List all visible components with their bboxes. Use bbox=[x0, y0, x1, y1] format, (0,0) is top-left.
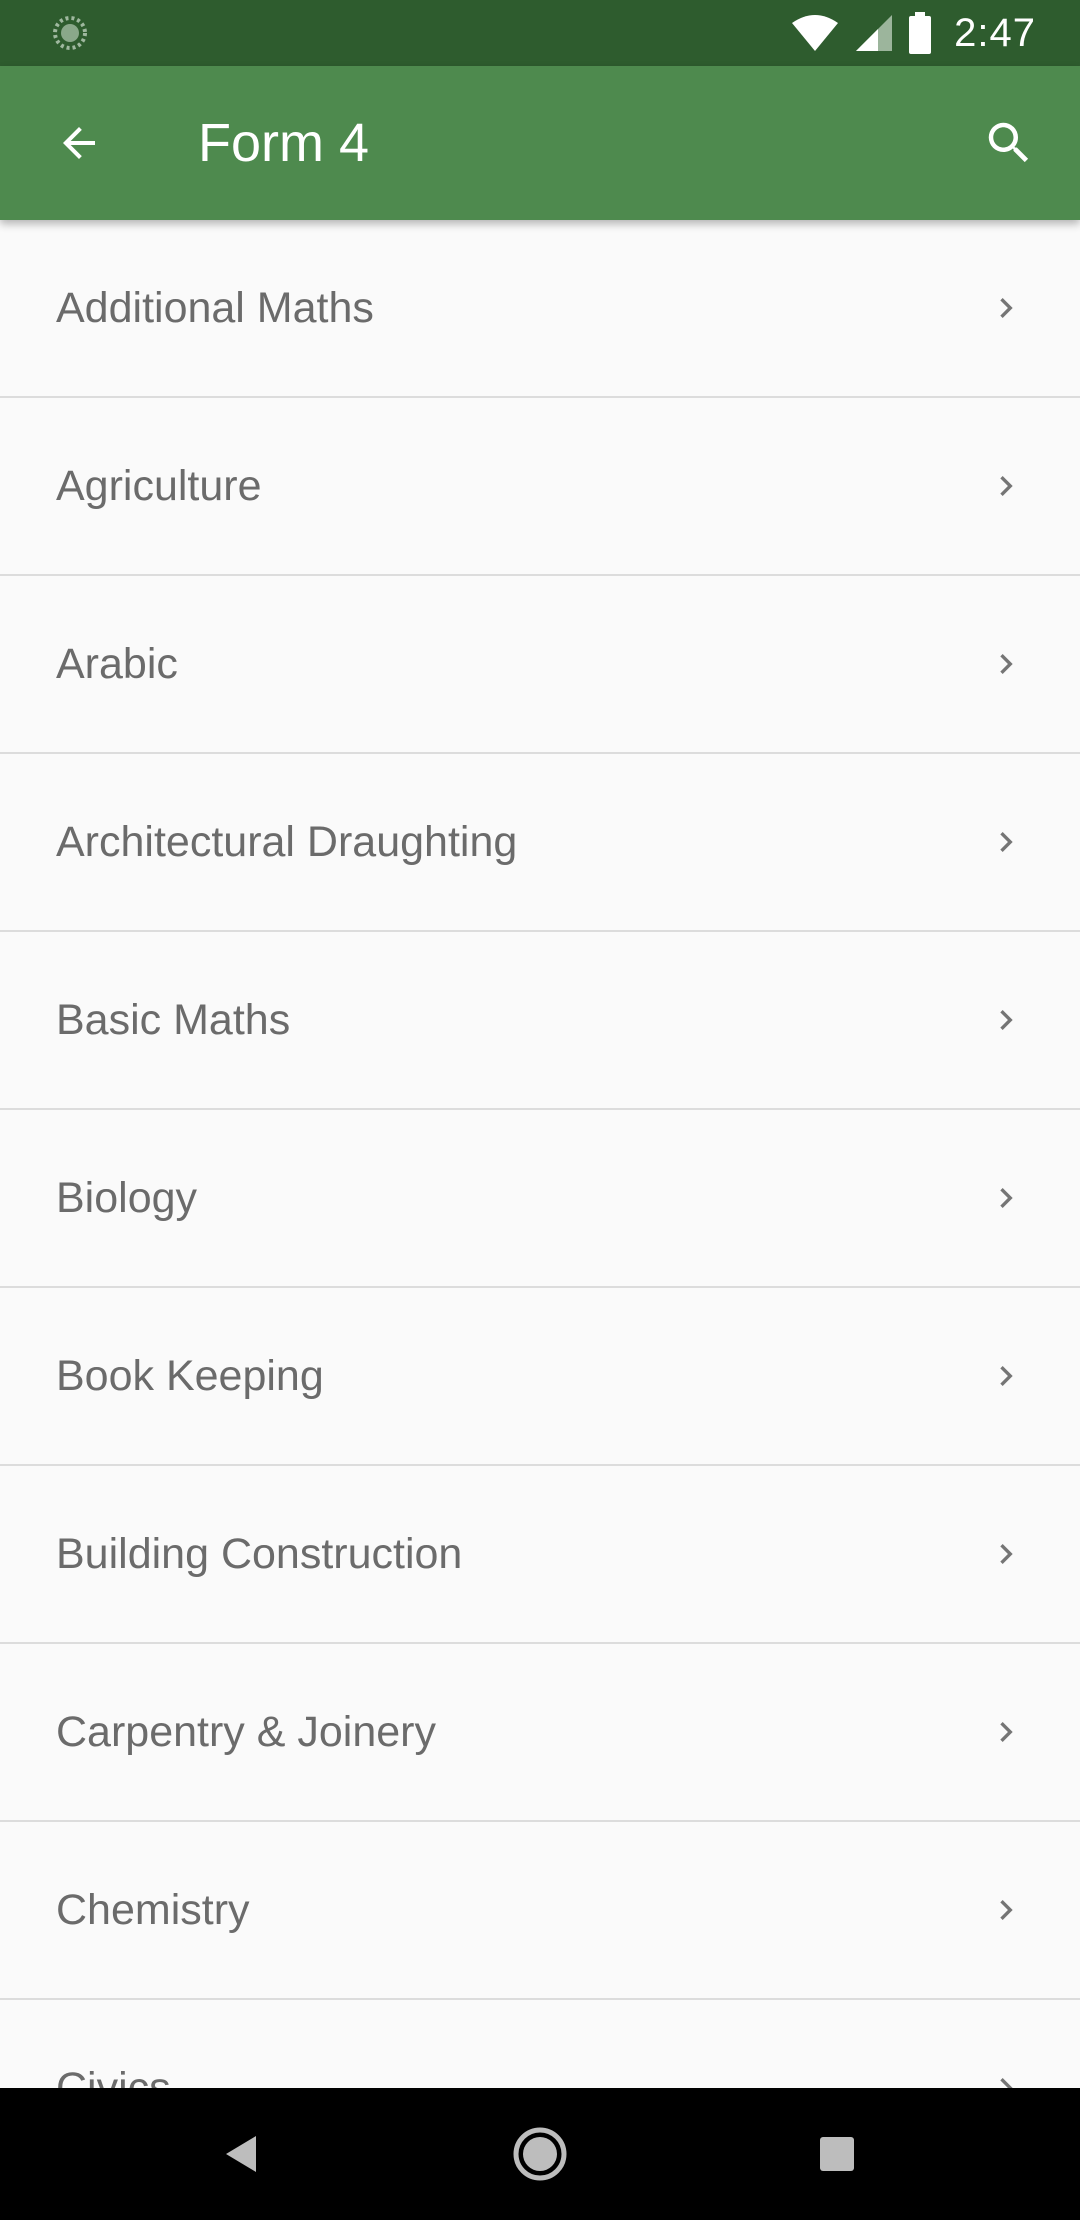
arrow-back-icon bbox=[63, 127, 95, 159]
list-item-architectural-draughting[interactable]: Architectural Draughting bbox=[0, 754, 1080, 932]
loading-icon bbox=[53, 16, 87, 50]
chevron-right-icon bbox=[1000, 1366, 1013, 1386]
chevron-right-icon bbox=[1000, 298, 1013, 318]
battery-icon bbox=[909, 12, 932, 54]
status-bar: 2:47 bbox=[0, 0, 1080, 66]
chevron-right-icon bbox=[1000, 2078, 1013, 2088]
list-item-basic-maths[interactable]: Basic Maths bbox=[0, 932, 1080, 1110]
nav-recents-icon bbox=[820, 2137, 854, 2171]
chevron-right-icon bbox=[1000, 1010, 1013, 1030]
list-item-building-construction[interactable]: Building Construction bbox=[0, 1466, 1080, 1644]
nav-back-icon bbox=[226, 2136, 256, 2172]
chevron-right-icon bbox=[1000, 832, 1013, 852]
list-item-label: Carpentry & Joinery bbox=[56, 1708, 436, 1756]
navigation-bar bbox=[0, 2088, 1080, 2220]
status-icons: 2:47 bbox=[790, 0, 1036, 66]
list-item-additional-maths[interactable]: Additional Maths bbox=[0, 220, 1080, 398]
wifi-icon bbox=[792, 15, 839, 51]
list-item-label: Agriculture bbox=[56, 462, 262, 510]
page-title: Form 4 bbox=[198, 113, 370, 173]
search-button[interactable] bbox=[968, 102, 1050, 184]
list-item-label: Architectural Draughting bbox=[56, 818, 518, 866]
list-item-label: Chemistry bbox=[56, 1886, 250, 1934]
list-item-book-keeping[interactable]: Book Keeping bbox=[0, 1288, 1080, 1466]
list-item-label: Building Construction bbox=[56, 1530, 463, 1578]
list-item-label: Additional Maths bbox=[56, 284, 374, 332]
nav-back-button[interactable] bbox=[202, 2114, 282, 2194]
chevron-right-icon bbox=[1000, 1722, 1013, 1742]
list-item-civics[interactable]: Civics bbox=[0, 2000, 1080, 2088]
chevron-right-icon bbox=[1000, 476, 1013, 496]
chevron-right-icon bbox=[1000, 1900, 1013, 1920]
chevron-right-icon bbox=[1000, 654, 1013, 674]
subject-list: Additional Maths Agriculture Arabic Arch… bbox=[0, 220, 1080, 2088]
signal-icon bbox=[856, 15, 893, 51]
list-item-chemistry[interactable]: Chemistry bbox=[0, 1822, 1080, 2000]
list-item-label: Book Keeping bbox=[56, 1352, 324, 1400]
list-item-label: Civics bbox=[56, 2064, 171, 2088]
list-item-label: Basic Maths bbox=[56, 996, 291, 1044]
list-item-carpentry-joinery[interactable]: Carpentry & Joinery bbox=[0, 1644, 1080, 1822]
list-item-arabic[interactable]: Arabic bbox=[0, 576, 1080, 754]
list-item-label: Biology bbox=[56, 1174, 198, 1222]
list-item-agriculture[interactable]: Agriculture bbox=[0, 398, 1080, 576]
list-item-biology[interactable]: Biology bbox=[0, 1110, 1080, 1288]
back-button[interactable] bbox=[38, 102, 120, 184]
chevron-right-icon bbox=[1000, 1188, 1013, 1208]
chevron-right-icon bbox=[1000, 1544, 1013, 1564]
screen: 2:47 Form 4 Additional Maths Agriculture… bbox=[0, 0, 1080, 2220]
nav-home-icon bbox=[513, 2127, 567, 2181]
nav-recents-button[interactable] bbox=[797, 2114, 877, 2194]
status-time: 2:47 bbox=[954, 10, 1036, 55]
app-bar: Form 4 bbox=[0, 66, 1080, 220]
search-icon bbox=[988, 122, 1029, 163]
nav-home-button[interactable] bbox=[500, 2114, 580, 2194]
list-item-label: Arabic bbox=[56, 640, 178, 688]
